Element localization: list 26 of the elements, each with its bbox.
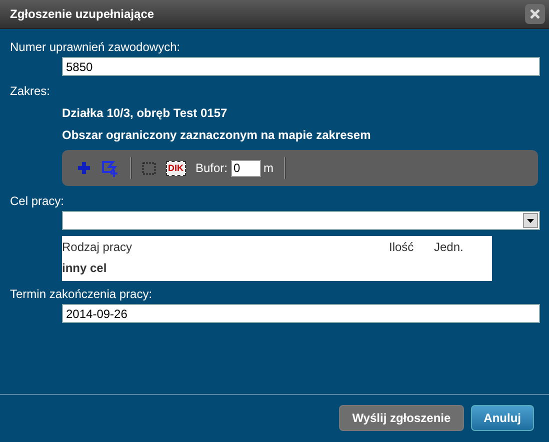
column-header: Rodzaj pracy: [62, 240, 134, 254]
add-icon[interactable]: [78, 162, 90, 174]
buffer-label: Bufor:: [196, 161, 228, 175]
cancel-button[interactable]: Anuluj: [470, 405, 534, 431]
buffer-field[interactable]: 0: [230, 160, 261, 176]
close-icon: [530, 9, 540, 19]
close-button[interactable]: [525, 4, 545, 24]
column-header: Jedn.: [434, 240, 464, 254]
field-label: Cel pracy:: [10, 194, 66, 208]
purpose-dropdown[interactable]: [62, 211, 540, 230]
scope-text: Działka 10/3, obręb Test 0157: [62, 106, 228, 120]
field-label: Zakres:: [10, 84, 52, 98]
dik-tool[interactable]: DIK: [166, 160, 186, 176]
caret-icon: [527, 218, 534, 222]
column-header: Ilość: [389, 240, 415, 254]
submit-button[interactable]: Wyślij zgłoszenie: [339, 405, 464, 431]
selection-box-icon[interactable]: [142, 162, 156, 174]
field-label: Numer uprawnień zawodowych:: [10, 40, 182, 54]
unit-label: m: [264, 161, 274, 175]
list-item[interactable]: inny cel: [62, 256, 492, 275]
scope-text: Obszar ograniczony zaznaczonym na mapie zakresem: [62, 128, 372, 142]
date-field[interactable]: 2014-09-26: [62, 304, 540, 323]
polygon-add-icon[interactable]: [100, 158, 120, 178]
license-field[interactable]: 5850: [62, 57, 540, 76]
field-label: Termin zakończenia pracy:: [10, 287, 154, 301]
window-title: Zgłoszenie uzupełniające: [10, 7, 154, 21]
